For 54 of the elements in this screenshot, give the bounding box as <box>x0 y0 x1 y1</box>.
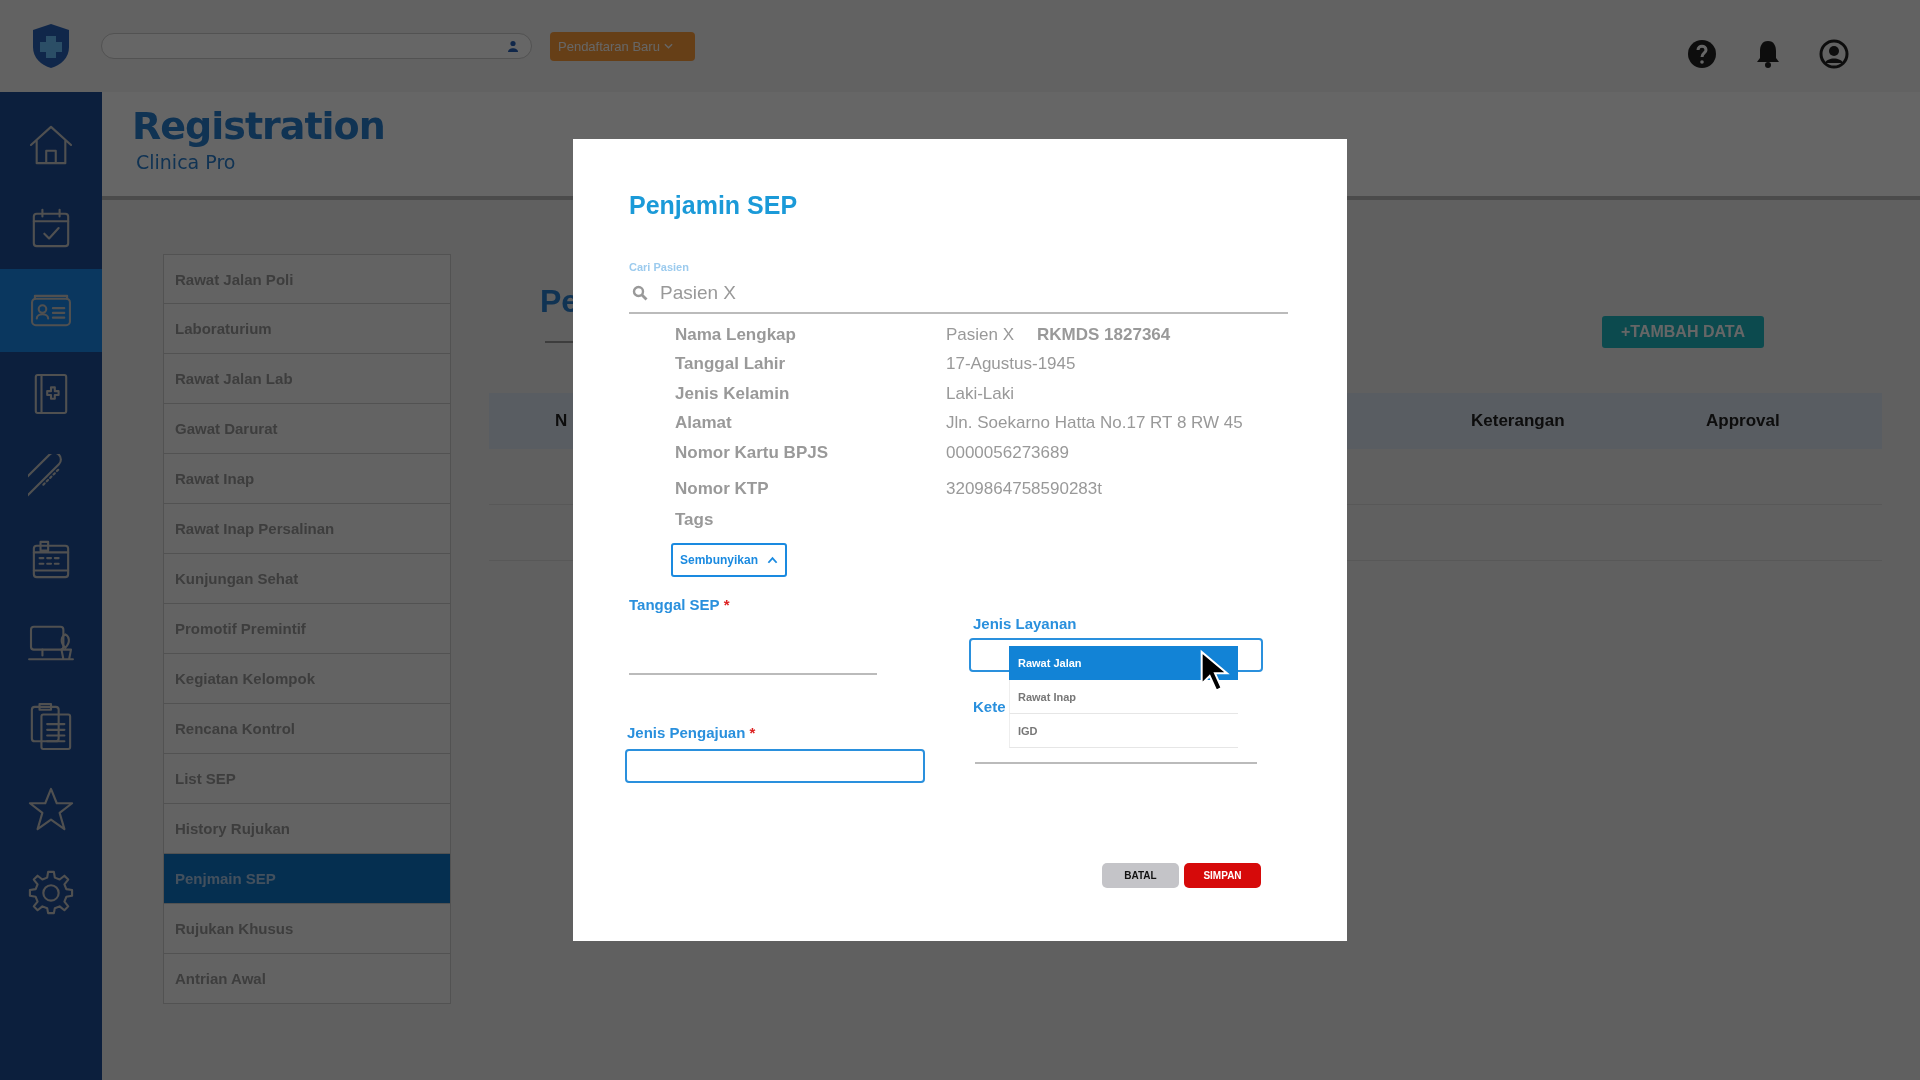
column-header: Approval <box>1706 411 1780 431</box>
help-icon[interactable] <box>1687 39 1717 69</box>
dialog-title: Penjamin SEP <box>629 190 799 220</box>
column-header: Keterangan <box>1471 411 1565 431</box>
detail-value: 17-Agustus-1945 <box>946 354 1076 375</box>
app-subtitle: Clinica Pro <box>136 152 237 172</box>
shield-logo-icon <box>31 23 71 69</box>
cancel-button[interactable]: BATAL <box>1102 863 1179 888</box>
user-icon[interactable] <box>1819 39 1849 69</box>
clipboard-icon <box>29 700 73 751</box>
search-icon <box>632 285 648 301</box>
field-label: Jenis Pengajuan * <box>627 724 757 742</box>
detail-label: Nomor Kartu BPJS <box>675 442 830 463</box>
calendar-grid-icon <box>31 538 71 581</box>
chevron-up-icon <box>767 556 778 564</box>
input-field[interactable] <box>629 671 877 675</box>
detail-value: 3209864758590283t <box>946 478 1102 499</box>
detail-label: Tanggal Lahir <box>675 354 787 375</box>
detail-value: Jln. Soekarno Hatta No.17 RT 8 RW 45 <box>946 413 1243 434</box>
column-header: N <box>555 411 568 431</box>
nav-button[interactable] <box>0 269 102 352</box>
detail-label: Jenis Kelamin <box>675 383 791 404</box>
new-registration-button[interactable]: Pendaftaran Baru <box>550 31 695 61</box>
field-label: Tanggal SEP * <box>629 596 731 614</box>
dropdown-option[interactable]: IGD <box>1009 714 1238 748</box>
input-field[interactable] <box>625 749 925 783</box>
dropdown-option[interactable]: Rawat Jalan <box>1009 646 1238 680</box>
detail-label: Nomor KTP <box>675 478 770 499</box>
field-label: Jenis Layanan <box>973 615 1078 633</box>
field-label: Cari Pasien <box>629 260 690 274</box>
detail-label: Alamat <box>675 413 733 434</box>
star-icon <box>27 785 75 832</box>
home-icon <box>28 123 74 166</box>
detail-value: Pasien X <box>946 324 1015 345</box>
app-title: Registration <box>132 103 386 150</box>
save-button[interactable]: SIMPAN <box>1184 863 1261 888</box>
detail-value: 0000056273689 <box>946 442 1069 463</box>
medical-book-icon <box>32 371 70 416</box>
patient-search-field[interactable]: Pasien X <box>658 281 1288 305</box>
record-number: RKMDS 1827364 <box>1037 324 1171 345</box>
calendar-check-icon <box>30 206 72 249</box>
id-card-icon <box>29 292 73 329</box>
settings-icon <box>28 868 74 915</box>
menu-item[interactable]: Penjmain SEP <box>163 854 451 904</box>
caret-icon <box>663 43 673 49</box>
person-icon <box>507 40 519 52</box>
search-field[interactable] <box>101 33 532 59</box>
detail-label: Nama Lengkap <box>675 324 797 345</box>
input-field[interactable] <box>975 760 1257 764</box>
detail-value: Laki-Laki <box>946 383 1015 404</box>
hide-button[interactable]: Sembunyikan <box>671 543 787 577</box>
detail-label: Tags <box>675 510 715 531</box>
add-data-button[interactable]: +TAMBAH DATA <box>1602 316 1764 348</box>
bell-icon[interactable] <box>1755 39 1781 69</box>
